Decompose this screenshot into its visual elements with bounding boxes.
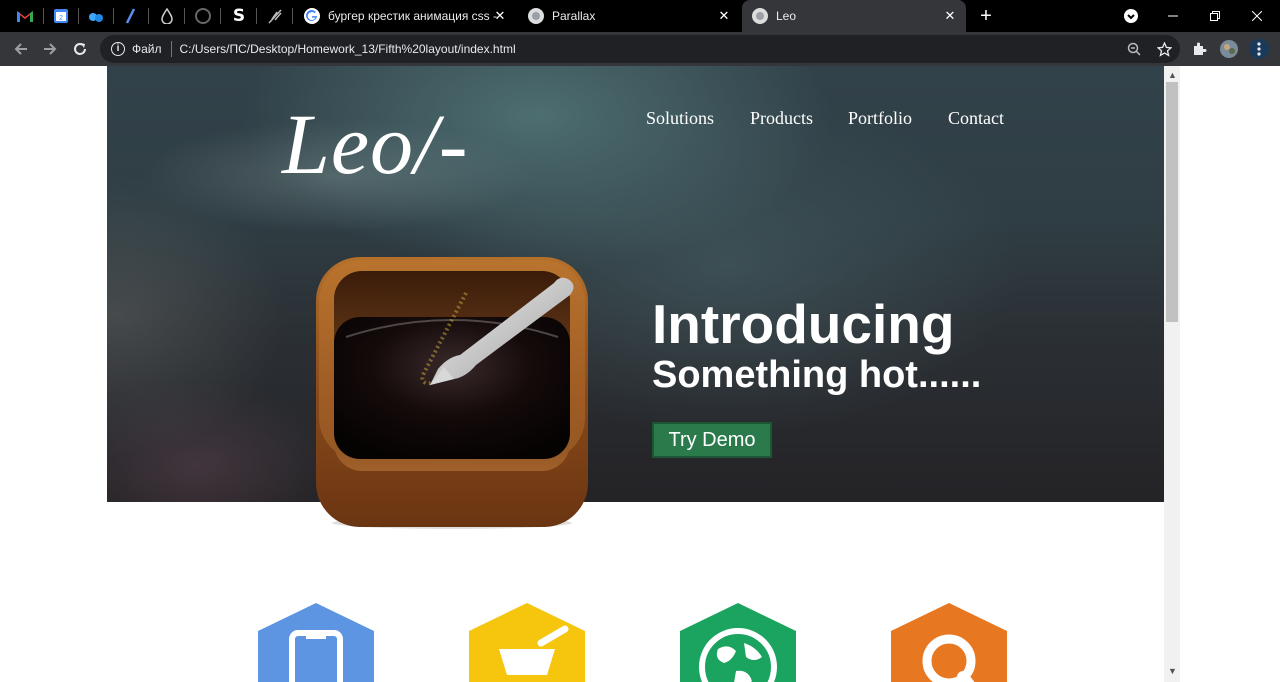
scroll-up-arrow-icon[interactable]: ▲ bbox=[1168, 70, 1177, 80]
url-text[interactable]: C:/Users/ПС/Desktop/Homework_13/Fifth%20… bbox=[180, 42, 516, 56]
nav-products[interactable]: Products bbox=[750, 108, 813, 129]
close-window-button[interactable] bbox=[1236, 0, 1278, 32]
tab-separator bbox=[292, 8, 293, 24]
zoom-icon[interactable] bbox=[1120, 42, 1148, 56]
tab-title: Parallax bbox=[552, 9, 596, 23]
github-icon[interactable] bbox=[186, 0, 220, 32]
tab-title: бургер крестик анимация css - bbox=[328, 9, 497, 23]
address-bar[interactable]: i Файл C:/Users/ПС/Desktop/Homework_13/F… bbox=[100, 35, 1180, 63]
profile-avatar-icon[interactable] bbox=[1219, 39, 1239, 59]
hero-subtitle: Something hot...... bbox=[652, 354, 982, 396]
globe-icon bbox=[528, 8, 544, 24]
globe-icon[interactable] bbox=[680, 603, 796, 682]
tab-separator bbox=[148, 8, 149, 24]
tab-title: Leo bbox=[776, 9, 797, 23]
scroll-down-arrow-icon[interactable]: ▼ bbox=[1168, 666, 1177, 676]
address-separator bbox=[170, 41, 172, 57]
bookmark-star-icon[interactable] bbox=[1148, 41, 1180, 57]
browser-toolbar: i Файл C:/Users/ПС/Desktop/Homework_13/F… bbox=[0, 32, 1280, 66]
try-demo-button[interactable]: Try Demo bbox=[652, 422, 772, 458]
s-app-icon[interactable]: S bbox=[222, 0, 256, 32]
tab-separator bbox=[256, 8, 257, 24]
drop-icon[interactable] bbox=[150, 0, 184, 32]
nav-portfolio[interactable]: Portfolio bbox=[848, 108, 912, 129]
tab-search-button[interactable] bbox=[1110, 0, 1152, 32]
svg-text:2: 2 bbox=[59, 15, 63, 22]
browser-tabstrip: 2 S бургер крестик анимация css - ✕ Para… bbox=[0, 0, 1280, 32]
address-actions bbox=[1120, 35, 1180, 63]
restore-button[interactable] bbox=[1194, 0, 1236, 32]
new-tab-button[interactable]: + bbox=[975, 5, 997, 27]
tab-google-search[interactable]: бургер крестик анимация css - ✕ bbox=[294, 0, 516, 32]
hero-section bbox=[107, 66, 1164, 502]
tab-close-icon[interactable]: ✕ bbox=[942, 8, 958, 24]
extensions-icon[interactable] bbox=[1189, 39, 1209, 59]
tab-close-icon[interactable]: ✕ bbox=[716, 8, 732, 24]
reload-button[interactable] bbox=[67, 37, 93, 61]
hero-title: Introducing bbox=[652, 293, 955, 355]
slash-icon[interactable] bbox=[114, 0, 148, 32]
pinned-letter: S bbox=[232, 6, 246, 26]
search-icon[interactable] bbox=[891, 603, 1007, 682]
minimize-button[interactable] bbox=[1152, 0, 1194, 32]
tab-close-icon[interactable]: ✕ bbox=[492, 8, 508, 24]
menu-kebab-icon[interactable] bbox=[1249, 39, 1269, 59]
page-scrollbar[interactable]: ▲ ▼ bbox=[1164, 66, 1180, 682]
nav-solutions[interactable]: Solutions bbox=[646, 108, 714, 129]
behance-icon[interactable] bbox=[79, 0, 113, 32]
gmail-icon[interactable] bbox=[8, 0, 42, 32]
site-logo[interactable]: Leo/- bbox=[282, 94, 469, 194]
scrollbar-thumb[interactable] bbox=[1166, 82, 1178, 322]
coffee-box-icon bbox=[316, 257, 588, 529]
globe-icon bbox=[752, 8, 768, 24]
page-viewport: Leo/- Solutions Products Portfolio Conta… bbox=[0, 66, 1280, 682]
feather-icon[interactable] bbox=[258, 0, 292, 32]
tab-separator bbox=[220, 8, 221, 24]
calendar-icon[interactable]: 2 bbox=[44, 0, 78, 32]
mortar-icon[interactable] bbox=[469, 603, 585, 682]
phone-icon[interactable] bbox=[258, 603, 374, 682]
file-label: Файл bbox=[132, 42, 162, 56]
google-icon bbox=[304, 8, 320, 24]
forward-button[interactable] bbox=[37, 37, 63, 61]
info-icon[interactable]: i bbox=[111, 42, 125, 56]
back-button[interactable] bbox=[8, 37, 34, 61]
tab-parallax[interactable]: Parallax ✕ bbox=[518, 0, 740, 32]
tab-separator bbox=[184, 8, 185, 24]
nav-contact[interactable]: Contact bbox=[948, 108, 1004, 129]
tab-leo[interactable]: Leo ✕ bbox=[742, 0, 966, 32]
